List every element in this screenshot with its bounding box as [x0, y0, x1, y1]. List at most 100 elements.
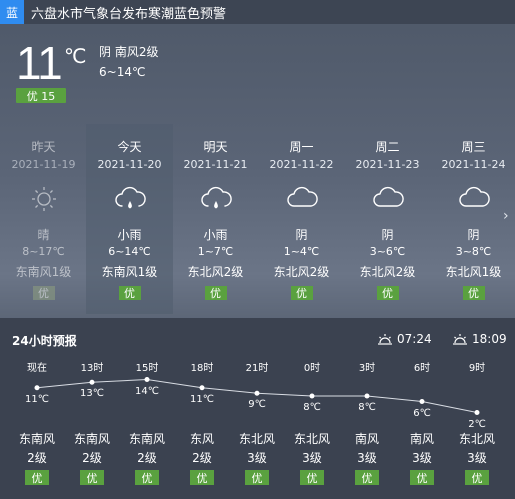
hour-aqi-badge[interactable]: 优	[245, 470, 269, 485]
day-name: 周一	[289, 140, 314, 154]
cloud-icon	[344, 184, 431, 218]
day-aqi-badge[interactable]: 优	[32, 286, 55, 300]
temp-point	[199, 385, 205, 391]
day-condition: 小雨	[117, 228, 142, 242]
hour-temp: 8℃	[358, 402, 376, 413]
current-range: 6~14℃	[99, 65, 146, 79]
day-condition: 晴	[37, 228, 50, 242]
hour-time: 13时	[80, 363, 104, 374]
hour-wind-level: 2级	[27, 451, 47, 465]
hour-wind-level: 3级	[247, 451, 267, 465]
day-name: 昨天	[31, 140, 56, 154]
cloud-icon	[258, 184, 345, 218]
hour-temp: 11℃	[190, 393, 214, 405]
temp-point	[254, 390, 260, 396]
temp-point	[364, 393, 370, 399]
day-temp-range: 1~4℃	[283, 245, 320, 258]
rain-icon	[172, 184, 259, 218]
day-aqi-badge[interactable]: 优	[462, 286, 485, 300]
chevron-right-icon[interactable]: ›	[503, 208, 509, 224]
day-aqi-badge[interactable]: 优	[204, 286, 227, 300]
day-column[interactable]: 昨天 2021-11-19 晴 8~17℃ 东南风1级优	[0, 124, 87, 314]
hour-temp: 8℃	[303, 402, 321, 413]
day-aqi-badge[interactable]: 优	[118, 286, 141, 300]
hour-wind-direction: 东北风	[458, 432, 495, 446]
hour-wind-level: 2级	[82, 451, 102, 465]
hour-time: 0时	[303, 363, 321, 374]
hour-wind-level: 3级	[357, 451, 377, 465]
temp-point	[474, 410, 480, 415]
day-temp-range: 3~6℃	[369, 245, 406, 258]
day-date: 2021-11-22	[269, 158, 334, 171]
hour-wind-level: 3级	[302, 451, 322, 465]
hour-temp: 2℃	[468, 418, 486, 430]
sun-icon	[0, 184, 87, 218]
hour-aqi-badge[interactable]: 优	[25, 470, 49, 485]
day-column[interactable]: 周二 2021-11-23 阴 3~6℃ 东北风2级优	[344, 124, 431, 314]
day-name: 今天	[117, 140, 142, 154]
current-condition: 阴 南风2级	[99, 45, 159, 59]
hour-wind-level: 3级	[412, 451, 432, 465]
day-date: 2021-11-19	[11, 158, 76, 171]
hour-wind-direction: 东南风	[128, 432, 165, 446]
hour-aqi-badge[interactable]: 优	[300, 470, 324, 485]
day-wind: 东北风1级	[445, 265, 502, 279]
hour-temp: 11℃	[25, 393, 49, 405]
day-wind: 东南风1级	[15, 265, 72, 279]
day-wind: 东南风1级	[101, 265, 158, 279]
day-name: 周二	[375, 140, 400, 154]
day-temp-range: 3~8℃	[455, 245, 492, 258]
hour-wind-level: 2级	[137, 451, 157, 465]
day-temp-range: 6~14℃	[108, 245, 151, 258]
hour-wind-direction: 东南风	[73, 432, 110, 446]
day-aqi-badge[interactable]: 优	[376, 286, 399, 300]
temp-point	[34, 385, 40, 391]
temp-point	[144, 377, 150, 382]
day-condition: 小雨	[203, 228, 228, 242]
day-name: 明天	[203, 140, 228, 154]
hour-aqi-badge[interactable]: 优	[465, 470, 489, 485]
day-date: 2021-11-21	[183, 158, 248, 171]
hour-aqi-badge[interactable]: 优	[190, 470, 214, 485]
hour-aqi-badge[interactable]: 优	[135, 470, 159, 485]
temp-point	[89, 379, 95, 385]
hour-wind-direction: 东南风	[18, 432, 55, 446]
day-aqi-badge[interactable]: 优	[290, 286, 313, 300]
hour-time: 15时	[135, 363, 159, 374]
day-column[interactable]: 明天 2021-11-21 小雨 1~7℃ 东北风2级优	[172, 124, 259, 314]
alert-text[interactable]: 六盘水市气象台发布寒潮蓝色预警	[31, 3, 226, 22]
hour-aqi-badge[interactable]: 优	[355, 470, 379, 485]
day-column[interactable]: 周一 2021-11-22 阴 1~4℃ 东北风2级优	[258, 124, 345, 314]
day-condition: 阴	[467, 228, 480, 242]
hour-time: 现在	[27, 363, 47, 374]
alert-level-badge: 蓝	[0, 0, 24, 24]
hour-temp: 13℃	[80, 388, 104, 400]
hour-wind-direction: 东北风	[293, 432, 330, 446]
day-wind: 东北风2级	[359, 265, 416, 279]
hour-wind-direction: 南风	[409, 432, 434, 446]
day-column[interactable]: 今天 2021-11-20 小雨 6~14℃ 东南风1级优	[86, 124, 173, 314]
hour-time: 6时	[413, 363, 431, 374]
daily-forecast: 昨天 2021-11-19 晴 8~17℃ 东南风1级优 今天 2021-11-20 小雨 6~…	[0, 124, 515, 314]
day-wind: 东北风2级	[273, 265, 330, 279]
day-condition: 阴	[295, 228, 308, 242]
hour-time: 3时	[358, 363, 376, 374]
day-date: 2021-11-24	[441, 158, 506, 171]
temp-point	[419, 399, 425, 404]
current-temperature: 11	[16, 37, 63, 89]
alert-bar[interactable]: 蓝 六盘水市气象台发布寒潮蓝色预警	[0, 0, 515, 24]
hour-aqi-badge[interactable]: 优	[80, 470, 104, 485]
hour-wind-direction: 东北风	[238, 432, 275, 446]
weather-widget: 蓝 六盘水市气象台发布寒潮蓝色预警 11 ℃ 阴 南风2级 6~14℃ 优 15…	[0, 0, 515, 499]
day-date: 2021-11-23	[355, 158, 420, 171]
rain-icon	[86, 184, 173, 218]
current-aqi-badge[interactable]: 优 15	[16, 88, 66, 103]
day-date: 2021-11-20	[97, 158, 162, 171]
temp-point	[309, 393, 315, 399]
hour-wind-level: 3级	[467, 451, 487, 465]
hour-wind-level: 2级	[192, 451, 212, 465]
hourly-forecast: 24小时预报 07:24 18:09 现在 11℃ 东南风 2级优 13时 13℃ 东南风 2…	[0, 318, 515, 499]
hour-temp: 9℃	[248, 399, 266, 411]
hour-aqi-badge[interactable]: 优	[410, 470, 434, 485]
day-wind: 东北风2级	[187, 265, 244, 279]
